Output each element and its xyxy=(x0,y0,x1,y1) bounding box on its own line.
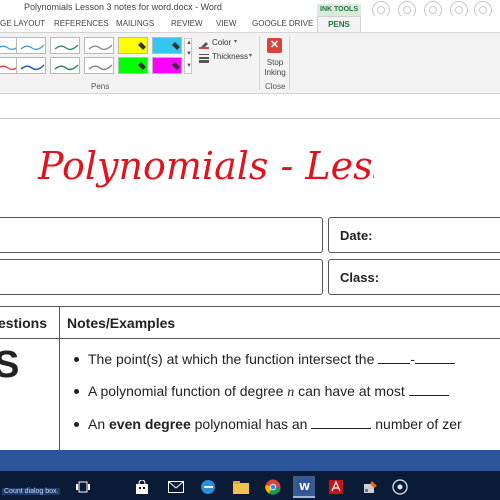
ribbon-tabs: GE LAYOUT REFERENCES MAILINGS REVIEW VIE… xyxy=(0,16,500,32)
file-explorer-icon[interactable] xyxy=(230,476,252,498)
highlighter-cyan-swatch[interactable] xyxy=(152,37,182,54)
group-separator xyxy=(259,36,260,90)
status-bar-text: Count dialog box. xyxy=(2,488,61,495)
acrobat-icon[interactable] xyxy=(325,476,347,498)
thickness-label: Thickness xyxy=(212,52,249,61)
window-title: Polynomials Lesson 3 notes for word.docx… xyxy=(24,2,222,12)
table-header-border xyxy=(0,338,500,339)
tab-mailings[interactable]: MAILINGS xyxy=(116,19,154,28)
title-bar: Polynomials Lesson 3 notes for word.docx… xyxy=(0,0,500,19)
table-top-border xyxy=(0,306,500,307)
svg-text:W: W xyxy=(299,482,310,493)
bullet xyxy=(74,357,79,362)
tab-review[interactable]: REVIEW xyxy=(171,19,203,28)
chevron-down-icon: ▾ xyxy=(249,53,253,59)
table-column-divider xyxy=(59,306,60,450)
handwritten-title: Polynomials - Lesson 3 xyxy=(37,144,374,188)
highlighter-green-swatch[interactable] xyxy=(118,57,148,74)
name-field-box[interactable] xyxy=(0,217,323,253)
pens-group-label: Pens xyxy=(91,82,110,91)
fill-blank[interactable] xyxy=(378,351,411,364)
group-separator xyxy=(289,36,290,90)
edge-icon[interactable] xyxy=(197,476,219,498)
color-dropdown[interactable]: Color ▾ xyxy=(199,38,259,50)
task-view-icon[interactable] xyxy=(72,476,94,498)
bullet-3-text: An xyxy=(88,416,110,432)
fill-blank[interactable] xyxy=(414,351,455,364)
tab-pens[interactable]: PENS xyxy=(317,16,361,32)
pen-color-icon xyxy=(199,42,209,49)
close-icon: ✕ xyxy=(267,38,282,53)
highlighter-yellow-swatch[interactable] xyxy=(118,37,148,54)
notes-column-header: Notes/Examples xyxy=(67,315,176,331)
fill-blank[interactable] xyxy=(408,383,449,396)
pen-swatch[interactable] xyxy=(84,57,114,74)
bullet-2-text: A polynomial function of degree xyxy=(88,383,288,399)
highlighter-magenta-swatch[interactable] xyxy=(152,57,182,74)
paint-icon[interactable] xyxy=(359,476,381,498)
pen-swatch[interactable] xyxy=(50,57,80,74)
questions-cell-text: S xyxy=(0,344,20,386)
store-icon[interactable] xyxy=(131,476,153,498)
bullet-3-bold: even degree xyxy=(109,416,191,432)
chevron-down-icon: ▼ xyxy=(186,51,192,57)
mail-icon[interactable] xyxy=(165,476,187,498)
bullet-2-text-after: can have at most xyxy=(294,383,409,399)
media-icon[interactable] xyxy=(389,476,411,498)
thickness-dropdown[interactable]: Thickness ▾ xyxy=(199,52,259,64)
pen-swatch[interactable] xyxy=(16,57,46,74)
chrome-icon[interactable] xyxy=(262,476,284,498)
expand-gallery-icon: ▼ xyxy=(186,63,192,69)
line-thickness-icon xyxy=(199,54,209,63)
bullet-3-text-end: number of zer xyxy=(371,416,462,432)
tab-references[interactable]: REFERENCES xyxy=(54,19,109,28)
fill-blank[interactable] xyxy=(311,416,372,429)
chevron-up-icon: ▲ xyxy=(186,40,192,46)
gallery-scroll[interactable]: ▲ ▼ ▼ xyxy=(184,38,192,74)
tab-google-drive[interactable]: GOOGLE DRIVE xyxy=(252,19,313,28)
chevron-down-icon: ▾ xyxy=(234,39,238,45)
color-label: Color xyxy=(212,38,232,47)
word-status-bar xyxy=(0,450,500,471)
bullet xyxy=(74,422,79,427)
class-label: Class: xyxy=(340,270,380,285)
bullet-1-text: The point(s) at which the function inter… xyxy=(88,351,379,367)
questions-column-header: estions xyxy=(0,315,48,331)
bullet-3-text-after: polynomial has an xyxy=(190,416,312,432)
pen-swatch[interactable] xyxy=(84,37,114,54)
ink-tools-header: INK TOOLS xyxy=(317,4,361,16)
pen-swatch[interactable] xyxy=(50,37,80,54)
pen-swatch[interactable] xyxy=(16,37,46,54)
word-icon[interactable]: W xyxy=(293,476,315,498)
date-label: Date: xyxy=(340,228,373,243)
close-group-label: Close xyxy=(265,82,286,91)
bullet-3: An even degree polynomial has an number … xyxy=(88,416,462,432)
tab-view[interactable]: VIEW xyxy=(216,19,236,28)
stop-inking-button[interactable]: ✕ Stop Inking xyxy=(264,38,286,86)
page-edge xyxy=(0,118,500,119)
bullet-1: The point(s) at which the function inter… xyxy=(88,351,455,367)
tab-page-layout[interactable]: GE LAYOUT xyxy=(0,19,45,28)
bullet xyxy=(74,389,79,394)
bullet-2: A polynomial function of degree n can ha… xyxy=(88,383,449,401)
handwritten-title-ink: Polynomials - Lesson 3 xyxy=(37,144,374,188)
stop-inking-label: Stop Inking xyxy=(264,58,286,77)
period-field-box[interactable] xyxy=(0,259,323,295)
